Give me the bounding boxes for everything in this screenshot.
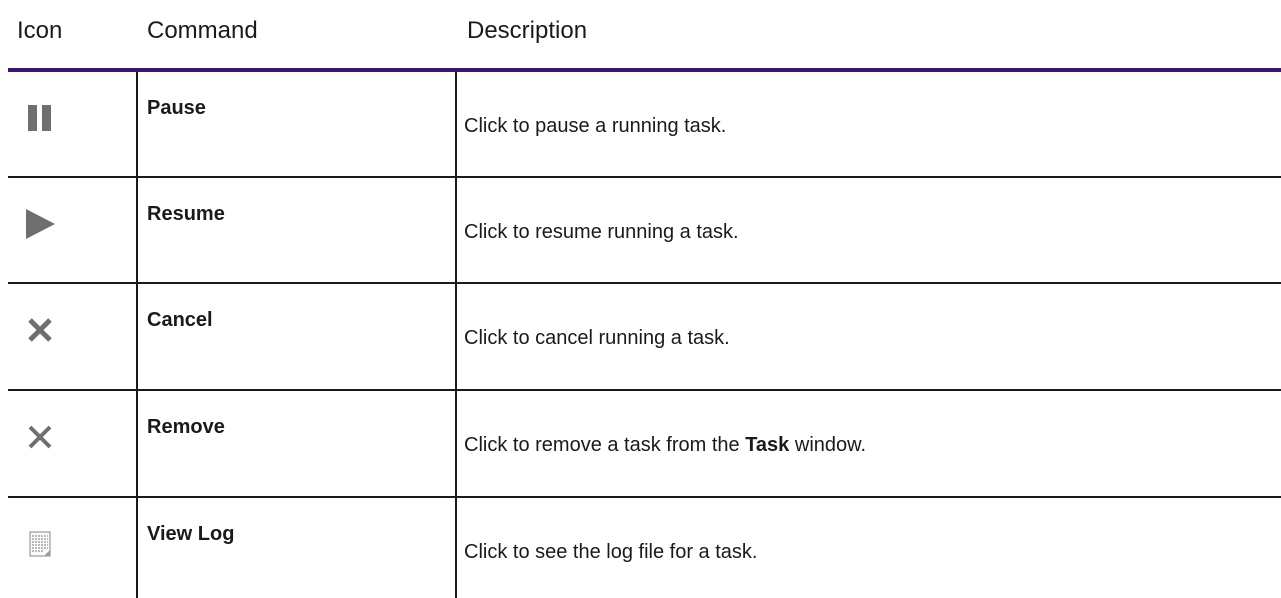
- command-name: Remove: [147, 416, 225, 438]
- command-description: Click to resume running a task.: [464, 221, 739, 243]
- table-header: Icon Command Description: [0, 0, 1281, 68]
- x-icon: [14, 417, 66, 457]
- log-file-icon: [14, 524, 66, 564]
- command-name: Resume: [147, 203, 225, 225]
- command-name: Pause: [147, 97, 206, 119]
- command-description: Click to see the log file for a task.: [464, 541, 758, 563]
- table-row: Pause Click to pause a running task.: [0, 72, 1281, 177]
- command-table: Icon Command Description Pause Click to …: [0, 0, 1281, 598]
- header-icon: Icon: [17, 17, 63, 44]
- command-description: Click to cancel running a task.: [464, 327, 730, 349]
- command-description: Click to remove a task from the Task win…: [464, 433, 866, 457]
- play-icon: [14, 204, 66, 244]
- task-window-name: Task: [745, 434, 790, 456]
- command-name: Cancel: [147, 309, 213, 331]
- x-icon: [14, 310, 66, 350]
- table-row: Cancel Click to cancel running a task.: [0, 284, 1281, 389]
- description-text: Click to remove a task from the: [464, 434, 746, 456]
- description-text: window.: [789, 434, 867, 456]
- table-row: Remove Click to remove a task from the T…: [0, 391, 1281, 496]
- header-description: Description: [467, 17, 588, 44]
- pause-icon: [14, 98, 66, 138]
- table-row: Resume Click to resume running a task.: [0, 178, 1281, 283]
- command-name: View Log: [147, 523, 235, 545]
- command-description: Click to pause a running task.: [464, 115, 727, 137]
- header-command: Command: [147, 17, 258, 44]
- table-row: View Log Click to see the log file for a…: [0, 498, 1281, 598]
